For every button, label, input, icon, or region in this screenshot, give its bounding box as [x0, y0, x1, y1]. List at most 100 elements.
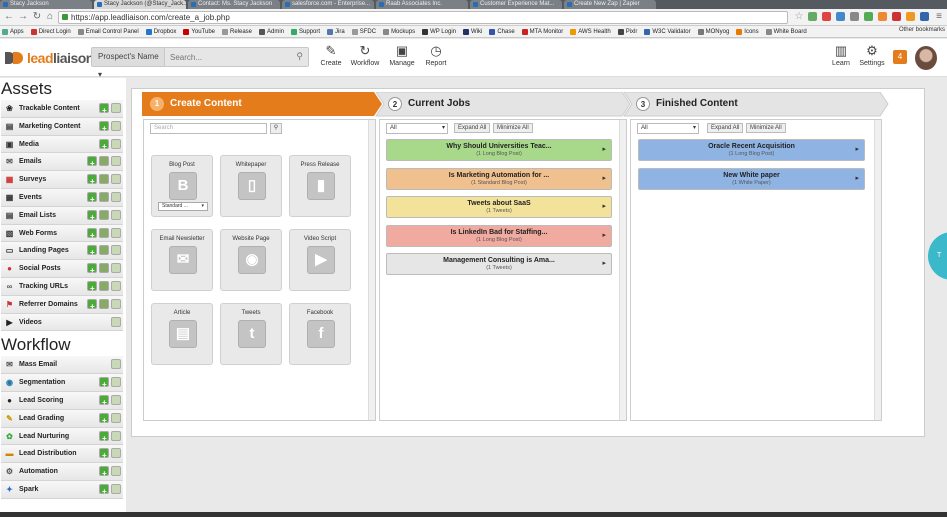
- stage-create-content[interactable]: 1 Create Content: [142, 92, 242, 116]
- bookmark-item[interactable]: Apps: [2, 28, 24, 35]
- bookmark-item[interactable]: Wiki: [462, 28, 482, 35]
- learn-button[interactable]: ▥ Learn: [824, 44, 858, 68]
- extension-icon[interactable]: [906, 12, 915, 21]
- bookmark-item[interactable]: Direct Login: [30, 28, 71, 35]
- current-job-card[interactable]: Why Should Universities Teac... (1 Long B…: [386, 139, 612, 161]
- content-tile-video-script[interactable]: Video Script ▶: [289, 229, 351, 291]
- blog-type-select[interactable]: Standard ... ▾: [158, 202, 208, 211]
- extension-icon[interactable]: [822, 12, 831, 21]
- sidebar-item-automation[interactable]: ⚙ Automation: [1, 463, 123, 482]
- sidebar-item-videos[interactable]: ▶ Videos: [1, 313, 123, 332]
- sidebar-item-email-lists[interactable]: ▤ Email Lists: [1, 206, 123, 226]
- list-icon[interactable]: [111, 174, 121, 185]
- current-expand-all-button[interactable]: Expand All: [454, 123, 491, 133]
- browser-tab[interactable]: Raab Associates Inc.: [376, 0, 468, 9]
- bookmark-item[interactable]: White Board: [765, 28, 807, 35]
- add-icon[interactable]: [99, 465, 109, 482]
- browser-tab[interactable]: Stacy Jackson (@Stacy_Jack...: [94, 0, 186, 9]
- search-icon[interactable]: ⚲: [296, 51, 303, 62]
- bookmark-item[interactable]: MONyog: [697, 28, 729, 35]
- extension-icon[interactable]: [920, 12, 929, 21]
- sidebar-item-social-posts[interactable]: ● Social Posts: [1, 260, 123, 279]
- edit-icon[interactable]: [99, 156, 109, 167]
- bookmark-item[interactable]: W3C Validator: [644, 28, 691, 35]
- bookmark-item[interactable]: Email Control Panel: [77, 28, 139, 35]
- edit-icon[interactable]: [99, 298, 109, 309]
- edit-icon[interactable]: [99, 209, 109, 220]
- bookmark-item[interactable]: Release: [222, 28, 252, 35]
- finished-expand-all-button[interactable]: Expand All: [707, 123, 744, 133]
- stage-finished-content[interactable]: 3 Finished Content: [628, 92, 738, 116]
- workflow-button[interactable]: ↻ Workflow: [348, 44, 382, 68]
- bookmark-item[interactable]: Mockups: [383, 28, 415, 35]
- sidebar-item-lead-scoring[interactable]: ● Lead Scoring: [1, 391, 123, 411]
- scrollbar[interactable]: [368, 120, 375, 420]
- add-icon[interactable]: [87, 262, 97, 279]
- stage-current-jobs[interactable]: 2 Current Jobs: [380, 92, 470, 116]
- edit-icon[interactable]: [99, 174, 109, 185]
- list-icon[interactable]: [111, 120, 121, 131]
- content-tile-article[interactable]: Article ▤: [151, 303, 213, 365]
- extension-icon[interactable]: [836, 12, 845, 21]
- add-icon[interactable]: [87, 191, 97, 208]
- star-icon[interactable]: ☆: [793, 11, 805, 23]
- finished-minimize-all-button[interactable]: Minimize All: [746, 123, 786, 133]
- browser-tab[interactable]: Contact: Ms. Stacy Jackson: [188, 0, 280, 9]
- add-icon[interactable]: [99, 376, 109, 393]
- sidebar-item-tracking-urls[interactable]: ∞ Tracking URLs: [1, 277, 123, 297]
- list-icon[interactable]: [111, 483, 121, 494]
- current-job-card[interactable]: Management Consulting is Ama... (1 Tweets…: [386, 253, 612, 275]
- sidebar-item-lead-nurturing[interactable]: ✿ Lead Nurturing: [1, 427, 123, 447]
- list-icon[interactable]: [111, 430, 121, 441]
- add-icon[interactable]: [87, 209, 97, 226]
- list-icon[interactable]: [111, 103, 121, 113]
- extension-icon[interactable]: [850, 12, 859, 21]
- forward-icon[interactable]: →: [17, 11, 29, 23]
- list-icon[interactable]: [111, 394, 121, 405]
- sidebar-item-lead-grading[interactable]: ✎ Lead Grading: [1, 409, 123, 429]
- edit-icon[interactable]: [99, 191, 109, 202]
- menu-icon[interactable]: ≡: [933, 11, 945, 23]
- bookmark-item[interactable]: Pixlr: [617, 28, 637, 35]
- back-icon[interactable]: ←: [3, 11, 15, 23]
- browser-tab[interactable]: Create New Zap | Zapier: [564, 0, 656, 9]
- bookmark-item[interactable]: SFDC: [351, 28, 376, 35]
- other-bookmarks[interactable]: Other bookmarks: [894, 27, 945, 33]
- content-tile-facebook[interactable]: Facebook f: [289, 303, 351, 365]
- list-icon[interactable]: [111, 138, 121, 149]
- sidebar-item-web-forms[interactable]: ▧ Web Forms: [1, 224, 123, 244]
- bookmark-item[interactable]: Icons: [736, 28, 759, 35]
- prospect-search-input[interactable]: [170, 50, 300, 64]
- side-help-tab[interactable]: T: [928, 232, 947, 280]
- bookmark-item[interactable]: Jira: [327, 28, 345, 35]
- sidebar-item-media[interactable]: ▣ Media: [1, 135, 123, 155]
- add-icon[interactable]: [99, 102, 109, 119]
- add-icon[interactable]: [87, 173, 97, 190]
- sidebar-item-marketing-content[interactable]: ▤ Marketing Content: [1, 117, 123, 137]
- bookmark-item[interactable]: Chase: [489, 28, 515, 35]
- sidebar-item-surveys[interactable]: ▦ Surveys: [1, 171, 123, 190]
- add-icon[interactable]: [99, 483, 109, 500]
- sidebar-item-events[interactable]: ▦ Events: [1, 188, 123, 208]
- current-job-card[interactable]: Tweets about SaaS (1 Tweets) ▸: [386, 196, 612, 218]
- list-icon[interactable]: [111, 466, 121, 477]
- sidebar-item-lead-distribution[interactable]: ▬ Lead Distribution: [1, 445, 123, 464]
- edit-icon[interactable]: [99, 227, 109, 238]
- current-minimize-all-button[interactable]: Minimize All: [493, 123, 533, 133]
- sidebar-item-spark[interactable]: ✦ Spark: [1, 480, 123, 500]
- list-icon[interactable]: [111, 412, 121, 423]
- list-icon[interactable]: [111, 209, 121, 220]
- content-tile-website-page[interactable]: Website Page ◉: [220, 229, 282, 291]
- sidebar-item-emails[interactable]: ✉ Emails: [1, 153, 123, 172]
- list-icon[interactable]: [111, 359, 121, 370]
- scrollbar[interactable]: [619, 120, 626, 420]
- content-tile-whitepaper[interactable]: Whitepaper ▯: [220, 155, 282, 217]
- add-icon[interactable]: [99, 447, 109, 464]
- add-icon[interactable]: [87, 244, 97, 261]
- extension-icon[interactable]: [878, 12, 887, 21]
- edit-icon[interactable]: [99, 263, 109, 274]
- list-icon[interactable]: [111, 263, 121, 274]
- settings-button[interactable]: ⚙ Settings: [855, 44, 889, 68]
- content-tile-tweets[interactable]: Tweets t: [220, 303, 282, 365]
- report-button[interactable]: ◷ Report: [419, 44, 453, 68]
